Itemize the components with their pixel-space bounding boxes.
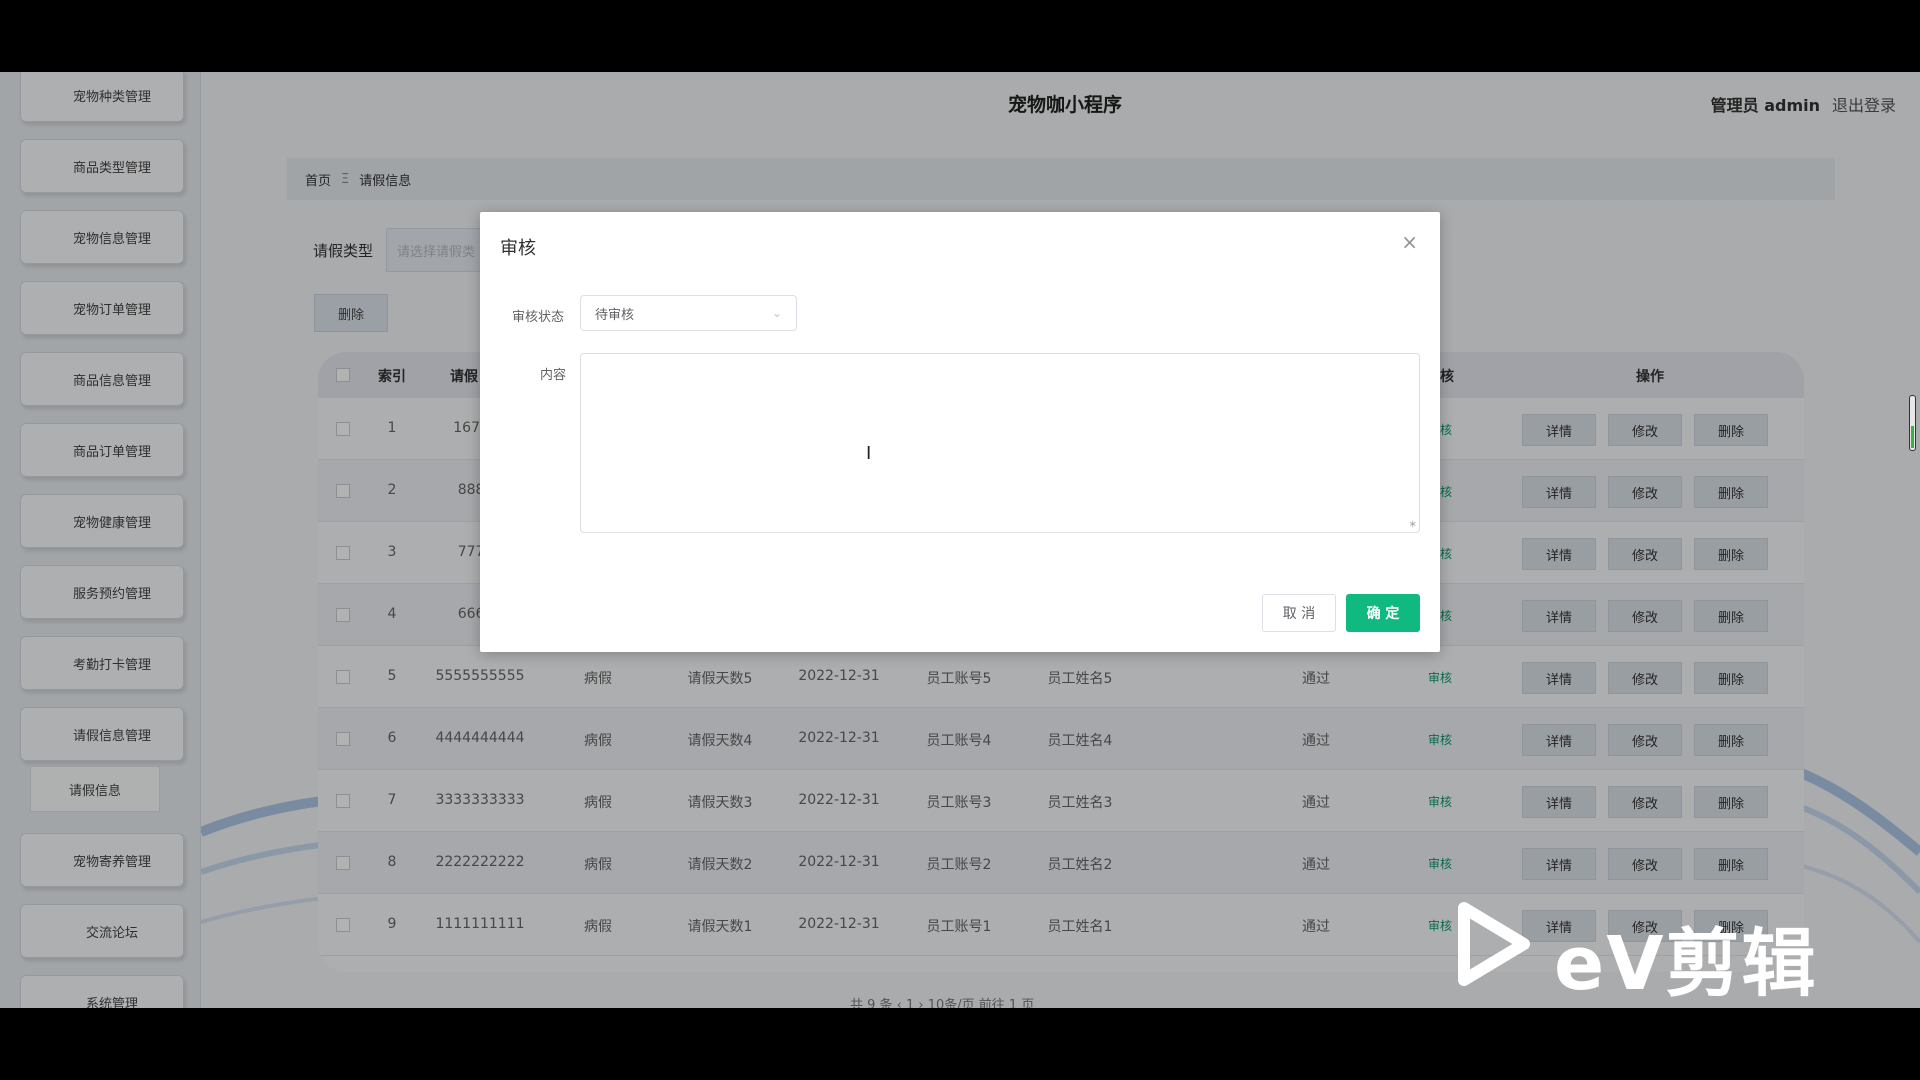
confirm-button[interactable]: 确 定 [1346, 594, 1420, 632]
text-cursor-icon: I [866, 443, 872, 464]
watermark-text: eV剪辑 [1554, 921, 1818, 1007]
scroll-indicator[interactable] [1909, 395, 1916, 451]
close-icon[interactable]: × [1401, 230, 1418, 254]
play-logo-icon [1458, 902, 1530, 986]
cancel-button[interactable]: 取 消 [1262, 594, 1336, 632]
watermark: eV剪辑 [1450, 902, 1830, 1007]
chevron-down-icon: ⌄ [771, 306, 782, 320]
resize-handle-icon[interactable]: ∗ [1409, 519, 1417, 530]
audit-status-label: 审核状态 [512, 310, 565, 325]
audit-status-select[interactable]: 待审核 ⌄ [580, 295, 797, 331]
audit-dialog: 审核 × 审核状态 待审核 ⌄ 内容 ∗ I 取 消 确 定 [480, 212, 1440, 652]
app-frame: 宠物种类管理 商品类型管理 宠物信息管理 宠物订单管理 商品信息管理 商品订单管… [0, 72, 1920, 1008]
content-textarea[interactable]: ∗ [580, 353, 1420, 533]
audit-status-value: 待审核 [595, 307, 635, 323]
dialog-title: 审核 [500, 238, 536, 259]
content-label: 内容 [540, 368, 567, 383]
